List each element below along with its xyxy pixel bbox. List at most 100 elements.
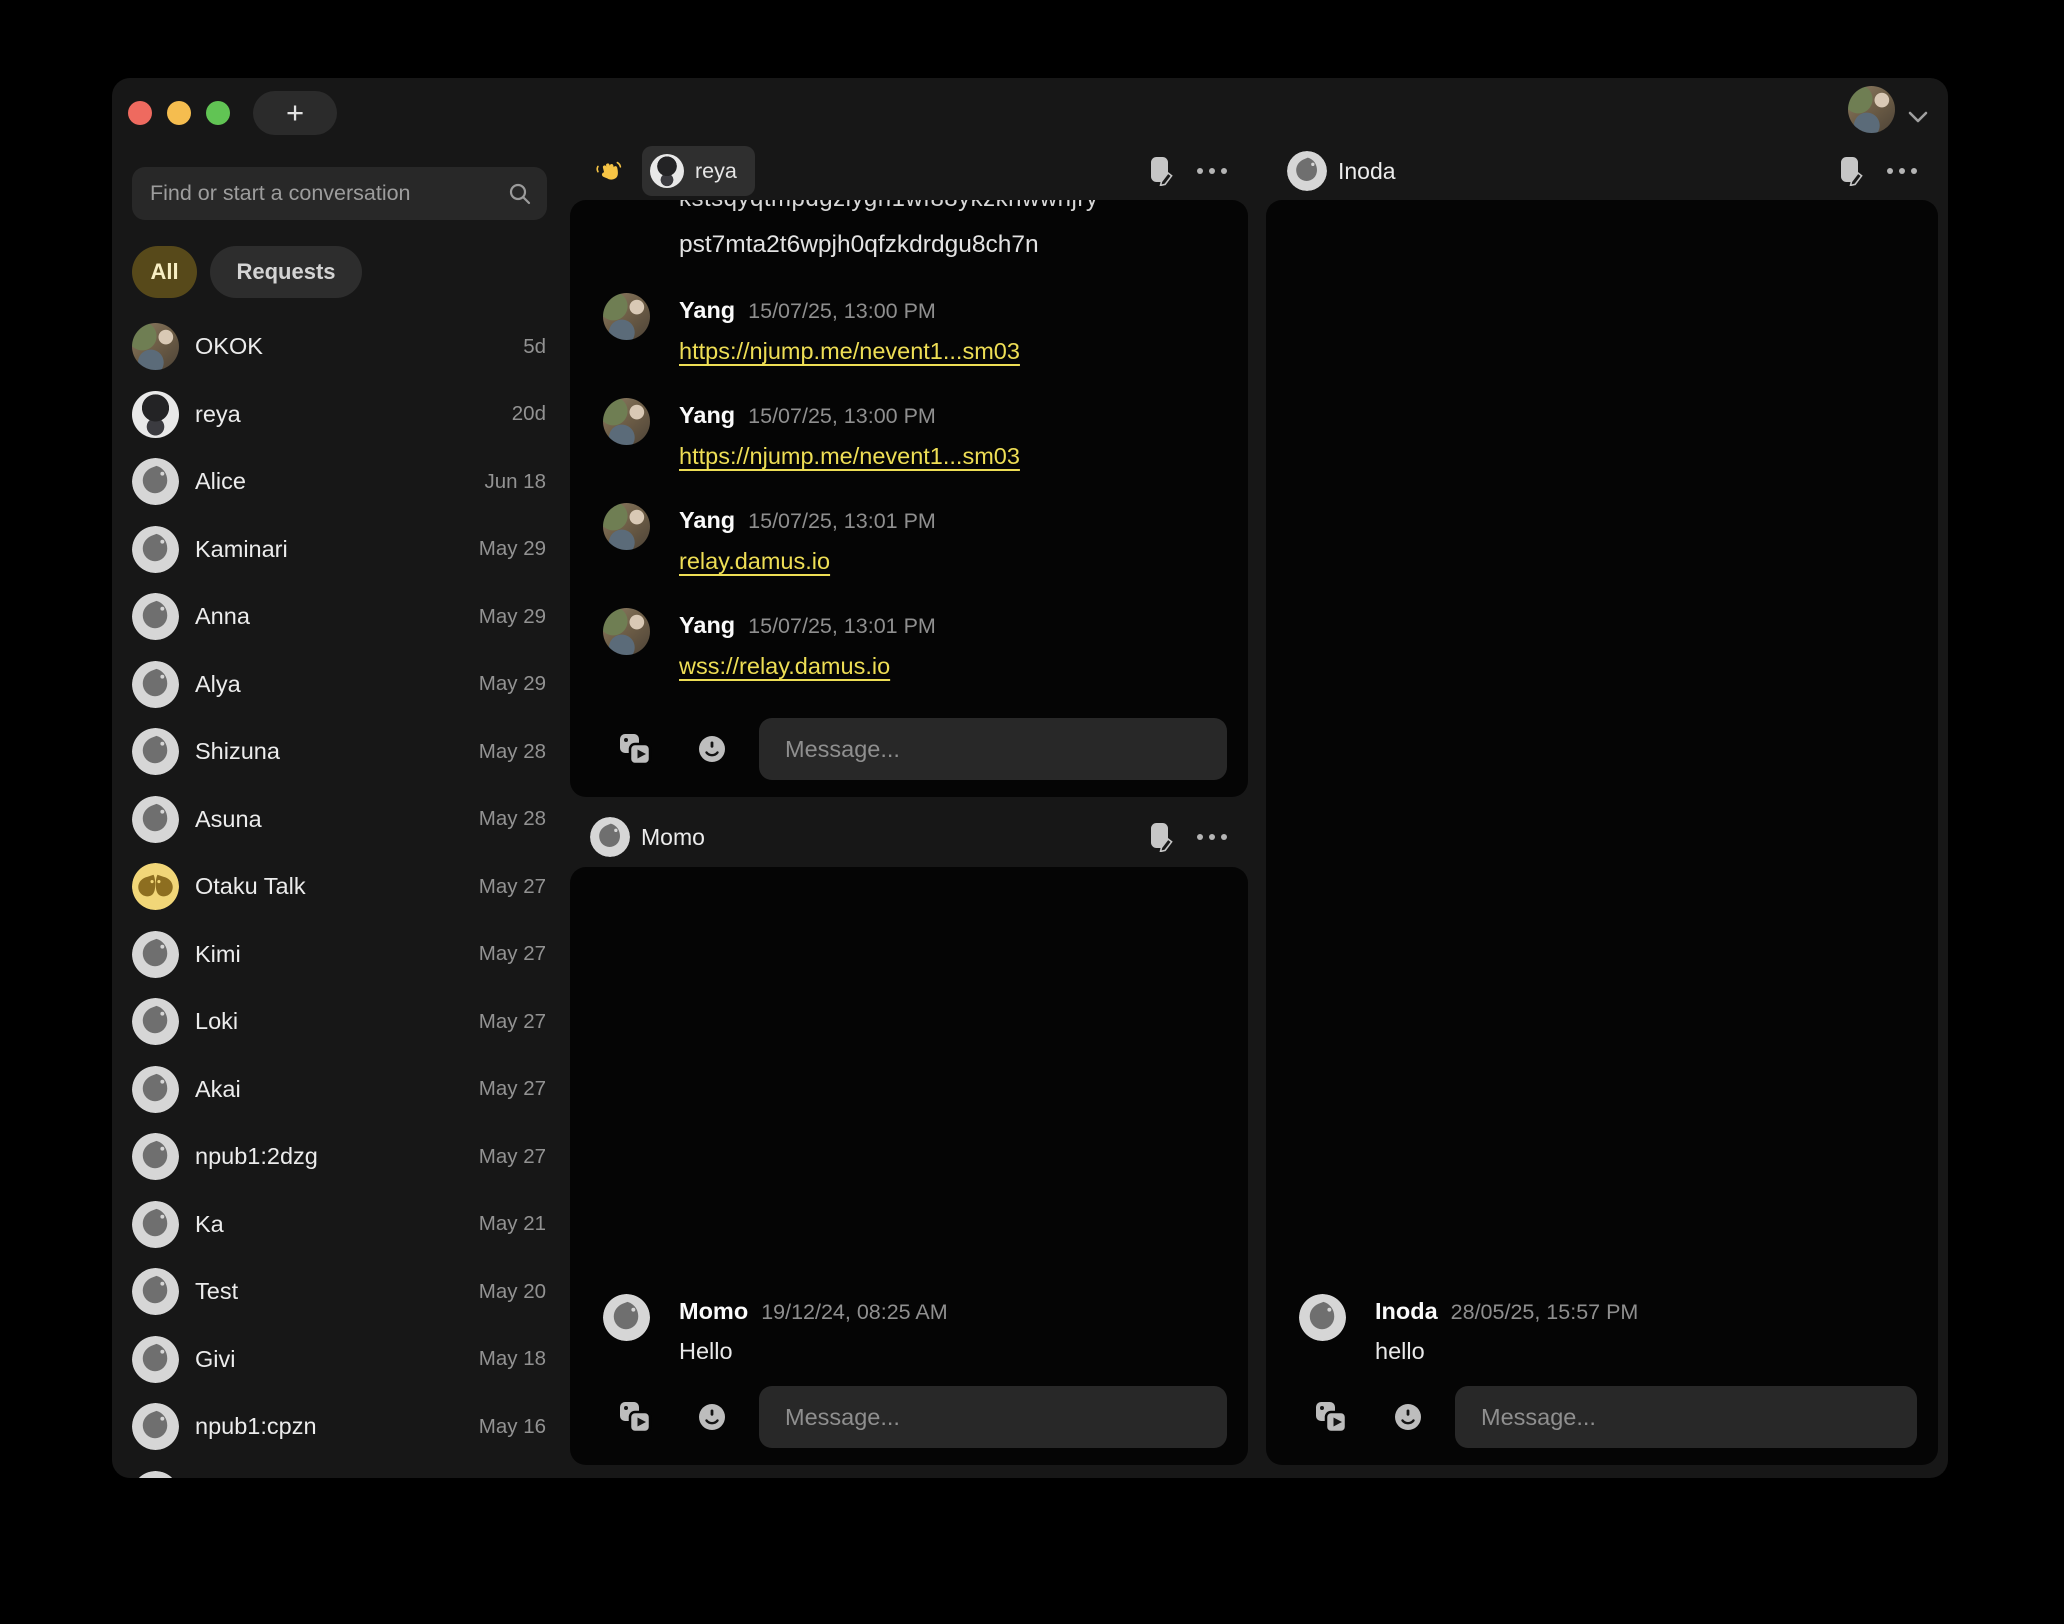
message-time: 19/12/24, 08:25 AM <box>761 1295 947 1329</box>
search-icon <box>508 182 532 206</box>
avatar <box>132 796 179 843</box>
conversation-date: May 18 <box>479 1347 547 1371</box>
conversation-kaminari[interactable]: Kaminari May 29 <box>132 516 547 584</box>
avatar[interactable] <box>603 503 650 550</box>
active-chat-chip[interactable]: reya <box>642 146 755 196</box>
tab-requests[interactable]: Requests <box>210 246 362 298</box>
message: Yang 15/07/25, 13:00 PM https://njump.me… <box>603 398 1224 475</box>
chevron-down-icon[interactable] <box>1908 111 1928 123</box>
conversation-name: Loki <box>195 1008 238 1035</box>
conversation-name: Kimi <box>195 941 241 968</box>
avatar <box>132 526 179 573</box>
conversation-otaku-talk[interactable]: Otaku Talk May 27 <box>132 853 547 921</box>
avatar <box>132 661 179 708</box>
chat-header-momo: Momo <box>570 811 1248 863</box>
conversation-shizuna[interactable]: Shizuna May 28 <box>132 718 547 786</box>
conversation-date: May 27 <box>479 1010 547 1034</box>
avatar <box>132 1403 179 1450</box>
media-picker-icon[interactable] <box>618 1400 652 1434</box>
conversation-name: Otaku Talk <box>195 873 306 900</box>
close-button[interactable] <box>128 101 152 125</box>
tab-all[interactable]: All <box>132 246 197 298</box>
composer <box>1314 1385 1917 1449</box>
message-link[interactable]: https://njump.me/nevent1...sm03 <box>679 437 1020 475</box>
ellipsis-icon[interactable] <box>1197 834 1227 840</box>
avatar[interactable] <box>603 398 650 445</box>
message-text: hello <box>1375 1333 1638 1369</box>
plus-icon: + <box>286 95 304 131</box>
conversation-date: May 27 <box>479 942 547 966</box>
conversation-date: 20d <box>512 402 547 426</box>
avatar[interactable] <box>1287 151 1327 191</box>
note-edit-icon[interactable] <box>1838 156 1864 186</box>
message-link[interactable]: wss://relay.damus.io <box>679 647 936 685</box>
chat-panel-momo: Momo 19/12/24, 08:25 AM Hello <box>570 867 1248 1465</box>
conversation-filter-tabs: All Requests <box>132 246 362 298</box>
search-input[interactable] <box>132 181 508 206</box>
conversation-npub1-2dzg[interactable]: npub1:2dzg May 27 <box>132 1123 547 1191</box>
message-link[interactable]: https://njump.me/nevent1...sm03 <box>679 332 1020 370</box>
ellipsis-icon[interactable] <box>1887 168 1917 174</box>
account-menu[interactable] <box>1848 86 1928 133</box>
minimize-button[interactable] <box>167 101 191 125</box>
conversation-date: May 27 <box>479 875 547 899</box>
message-author: Yang <box>679 293 735 327</box>
conversation-partial[interactable] <box>132 1461 547 1479</box>
media-picker-icon[interactable] <box>618 732 652 766</box>
conversation-givi[interactable]: Givi May 18 <box>132 1326 547 1394</box>
note-edit-icon[interactable] <box>1148 156 1174 186</box>
conversation-name: Alya <box>195 671 241 698</box>
emoji-icon[interactable] <box>697 734 727 764</box>
conversation-asuna[interactable]: Asuna May 28 <box>132 786 547 854</box>
message-input[interactable] <box>759 718 1227 780</box>
message-input[interactable] <box>1455 1386 1917 1448</box>
conversation-name: Shizuna <box>195 738 280 765</box>
avatar <box>132 998 179 1045</box>
composer <box>618 717 1227 781</box>
conversation-reya[interactable]: reya 20d <box>132 381 547 449</box>
avatar[interactable] <box>1299 1294 1346 1341</box>
conversation-npub1-cpzn[interactable]: npub1:cpzn May 16 <box>132 1393 547 1461</box>
note-edit-icon[interactable] <box>1148 822 1174 852</box>
avatar[interactable] <box>590 817 630 857</box>
avatar[interactable] <box>603 608 650 655</box>
new-conversation-button[interactable]: + <box>253 91 337 135</box>
conversation-name: Akai <box>195 1076 241 1103</box>
avatar <box>132 1471 179 1478</box>
conversation-date: May 27 <box>479 1077 547 1101</box>
message-link[interactable]: relay.damus.io <box>679 542 936 580</box>
message-text: Hello <box>679 1333 948 1369</box>
conversation-alice[interactable]: Alice Jun 18 <box>132 448 547 516</box>
conversation-ka[interactable]: Ka May 21 <box>132 1191 547 1259</box>
zoom-button[interactable] <box>206 101 230 125</box>
conversation-akai[interactable]: Akai May 27 <box>132 1056 547 1124</box>
conversation-name: Ka <box>195 1211 224 1238</box>
avatar[interactable] <box>603 293 650 340</box>
avatar[interactable] <box>603 1294 650 1341</box>
avatar[interactable] <box>1848 86 1895 133</box>
clipped-message-line: kstsqyqtmpdgzlygh1wf88ykzkhwwhjry <box>679 200 1224 217</box>
conversation-kimi[interactable]: Kimi May 27 <box>132 921 547 989</box>
emoji-icon[interactable] <box>697 1402 727 1432</box>
avatar <box>132 391 179 438</box>
conversation-anna[interactable]: Anna May 29 <box>132 583 547 651</box>
message-author: Inoda <box>1375 1294 1438 1328</box>
emoji-icon[interactable] <box>1393 1402 1423 1432</box>
ellipsis-icon[interactable] <box>1197 168 1227 174</box>
window-controls <box>128 101 230 125</box>
conversation-name: Kaminari <box>195 536 288 563</box>
group-avatar <box>132 863 179 910</box>
conversation-okok[interactable]: OKOK 5d <box>132 313 547 381</box>
message-time: 15/07/25, 13:01 PM <box>748 609 936 643</box>
app-window: + All Requests OKOK 5d reya 20d Alice Ju… <box>112 78 1948 1478</box>
conversation-test[interactable]: Test May 20 <box>132 1258 547 1326</box>
avatar <box>132 593 179 640</box>
media-picker-icon[interactable] <box>1314 1400 1348 1434</box>
conversation-alya[interactable]: Alya May 29 <box>132 651 547 719</box>
conversation-loki[interactable]: Loki May 27 <box>132 988 547 1056</box>
message-input[interactable] <box>759 1386 1227 1448</box>
avatar <box>132 323 179 370</box>
message: Yang 15/07/25, 13:01 PM wss://relay.damu… <box>603 608 1224 685</box>
message-time: 15/07/25, 13:01 PM <box>748 504 936 538</box>
avatar <box>132 728 179 775</box>
